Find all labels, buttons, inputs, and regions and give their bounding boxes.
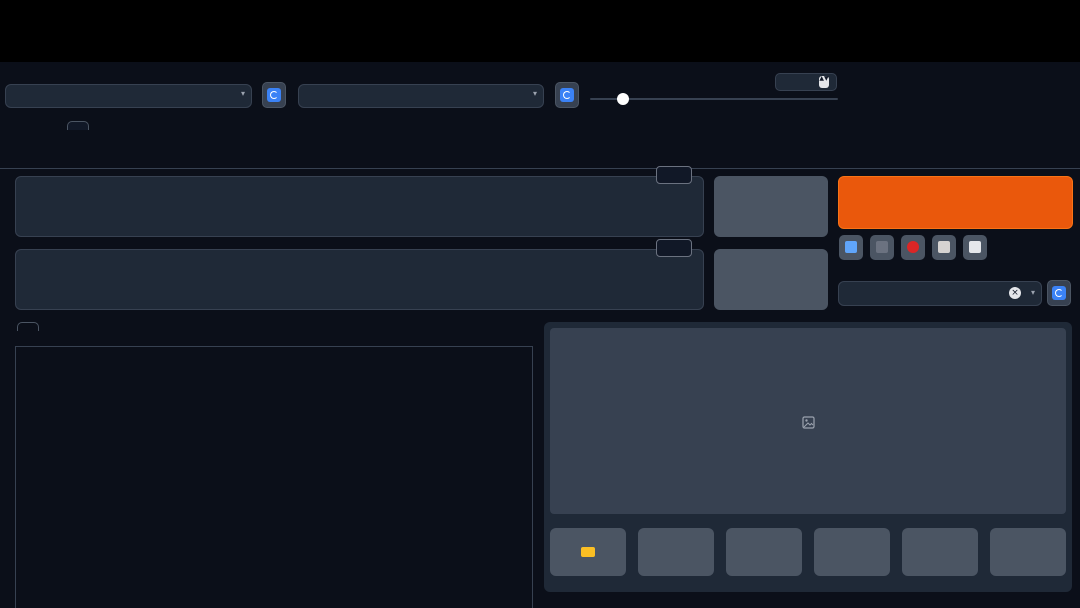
negative-prompt-textarea[interactable] xyxy=(15,249,704,310)
vae-select[interactable]: ▾ xyxy=(298,84,544,108)
extra-networks-button[interactable] xyxy=(901,235,925,260)
clear-x-icon[interactable]: × xyxy=(1009,287,1021,299)
clip-interrogate-button[interactable] xyxy=(714,176,828,237)
send-to-inpaint-button[interactable] xyxy=(902,528,978,576)
slider-thumb[interactable] xyxy=(616,93,629,105)
save-button[interactable] xyxy=(638,528,714,576)
output-gallery[interactable] xyxy=(550,328,1066,514)
clip-skip-slider[interactable] xyxy=(590,93,838,105)
webui-app: ▾ ▾ ▲▼ × ▾ xyxy=(0,62,1080,608)
folder-icon xyxy=(581,547,595,557)
prompt-token-counter xyxy=(656,166,692,184)
trash-icon xyxy=(876,241,888,253)
send-to-extras-button[interactable] xyxy=(990,528,1066,576)
chevron-down-icon: ▾ xyxy=(1030,288,1035,297)
refresh-icon xyxy=(267,88,281,102)
open-folder-button[interactable] xyxy=(550,528,626,576)
image-upload-area[interactable] xyxy=(15,346,533,608)
refresh-icon xyxy=(560,88,574,102)
save-disk-icon xyxy=(969,241,981,253)
zip-button[interactable] xyxy=(726,528,802,576)
red-button-icon xyxy=(907,241,919,253)
clipboard-icon xyxy=(938,241,950,253)
video-caption-bar xyxy=(0,0,1080,62)
clip-skip-number-input[interactable]: ▲▼ xyxy=(775,73,837,91)
clear-prompt-button[interactable] xyxy=(870,235,894,260)
generate-button[interactable] xyxy=(838,176,1073,229)
send-to-img2img-button[interactable] xyxy=(814,528,890,576)
prompt-textarea[interactable] xyxy=(15,176,704,237)
chevron-down-icon: ▾ xyxy=(532,89,537,98)
apply-style-button[interactable] xyxy=(932,235,956,260)
paste-params-button[interactable] xyxy=(839,235,863,260)
negative-token-counter xyxy=(656,239,692,257)
refresh-icon xyxy=(1052,286,1066,300)
save-style-button[interactable] xyxy=(963,235,987,260)
chevron-down-icon: ▾ xyxy=(240,89,245,98)
ckpt-select[interactable]: ▾ xyxy=(5,84,252,108)
tabs-divider xyxy=(0,168,1080,169)
paste-icon xyxy=(845,241,857,253)
ckpt-refresh-button[interactable] xyxy=(262,82,286,108)
deepbooru-interrogate-button[interactable] xyxy=(714,249,828,310)
image-placeholder-icon xyxy=(802,416,815,429)
subtab-1[interactable] xyxy=(17,322,39,331)
stepper-icon[interactable]: ▲▼ xyxy=(819,76,829,88)
style-select[interactable]: × ▾ xyxy=(838,281,1042,306)
tab-2[interactable] xyxy=(67,121,89,130)
vae-refresh-button[interactable] xyxy=(555,82,579,108)
style-refresh-button[interactable] xyxy=(1047,280,1071,306)
